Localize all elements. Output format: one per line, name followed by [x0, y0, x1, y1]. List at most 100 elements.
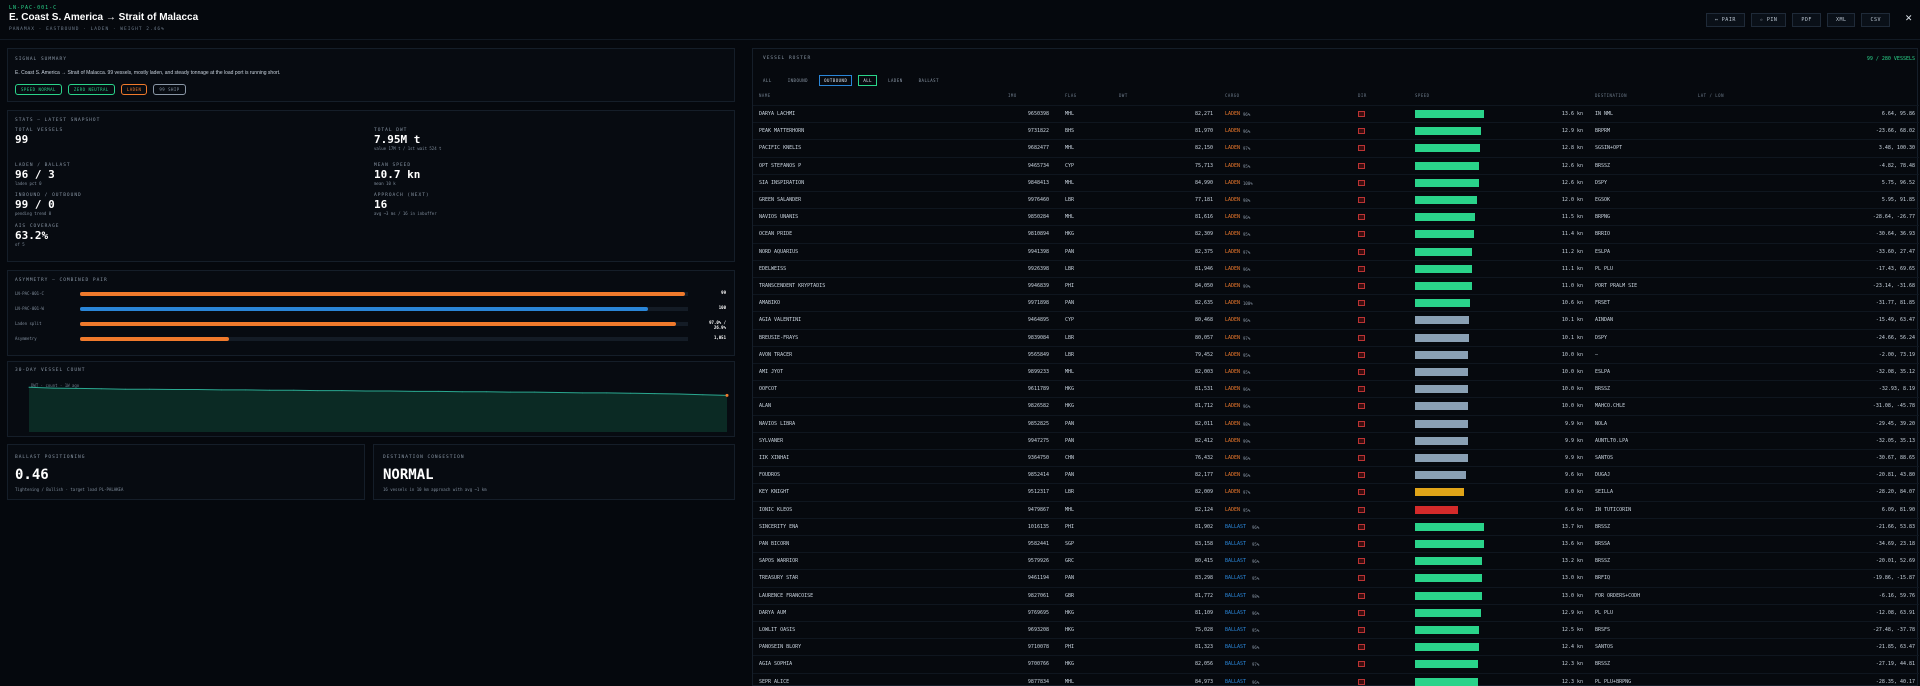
column-header[interactable]: NAME	[759, 93, 771, 98]
table-row[interactable]: FOUDROS 9852414 PAN 82,177 LADEN 96% 9.6 kn DUG…	[753, 466, 1919, 483]
vessel-imo: 9579926	[1027, 558, 1049, 565]
vessel-destination: SEILLA	[1595, 489, 1614, 496]
table-row[interactable]: KEY KNIGHT 9512317 LBR 82,009 LADEN 97% 8.0 kn…	[753, 483, 1919, 500]
vessel-latlon: -6.16, 59.76	[1878, 592, 1915, 599]
cargo-pct: 96%	[1243, 318, 1251, 324]
filter-inbound[interactable]: INBOUND	[783, 75, 813, 86]
vessel-flag: CYP	[1065, 317, 1075, 324]
vessel-name: PEAK MATTERHORN	[759, 128, 805, 135]
asymmetry-track	[80, 337, 688, 341]
vessel-speed: 11.4 kn	[1561, 231, 1583, 238]
stat-value: 10.7 kn	[374, 168, 421, 181]
vessel-dwt: 81,970	[1194, 128, 1213, 135]
vessel-name: EDELWEISS	[759, 265, 787, 272]
column-header[interactable]: DESTINATION	[1595, 93, 1627, 98]
xml-button[interactable]: XML	[1826, 13, 1856, 27]
table-row[interactable]: SAPOS WARRIOR 9579926 GRC 80,415 BALLAST 96% 1…	[753, 552, 1919, 569]
filter-laden[interactable]: LADEN	[883, 75, 908, 86]
table-row[interactable]: AGIA VALENTINI 9464895 CYP 80,468 LADEN 96% 10…	[753, 311, 1919, 328]
direction-badge	[1358, 455, 1365, 461]
column-header[interactable]: IMO	[1008, 93, 1017, 98]
filter-all[interactable]: ALL	[758, 75, 777, 86]
table-row[interactable]: NAVIOS LIBRA 9852825 PAN 82,011 LADEN 98% 9.9 …	[753, 414, 1919, 432]
column-header[interactable]: SPEED	[1415, 93, 1430, 98]
table-row[interactable]: TRANSCENDENT KRYPTADIS 9946839 PHI 84,050 LA…	[753, 277, 1919, 294]
column-header[interactable]: DWT	[1119, 93, 1128, 98]
speed-bar	[1415, 522, 1485, 531]
filter-outbound[interactable]: OUTBOUND	[819, 75, 853, 86]
table-row[interactable]: NORD AQUARIUS 9941398 PAN 82,375 LADEN 97% 11.…	[753, 242, 1919, 260]
vessel-flag: PAN	[1065, 248, 1075, 255]
table-row[interactable]: PAN BICORN 9582441 SGP 83,158 BALLAST 95% 13.6…	[753, 535, 1919, 552]
table-row[interactable]: SIA INSPIRATION 9848413 MHL 84,990 LADEN 100%…	[753, 173, 1919, 191]
vessel-speed: 13.6 kn	[1561, 541, 1583, 547]
speed-bar	[1415, 402, 1469, 411]
table-row[interactable]: AVON TRACER 9565849 LBR 79,452 LADEN 95% 10.0 …	[753, 345, 1919, 363]
vessel-count-chart-card: 30-DAY VESSEL COUNT DWT · count · 1W ago	[7, 361, 735, 437]
table-row[interactable]: TREASURY STAR 9461194 PAN 83,298 BALLAST 95% 1…	[753, 569, 1919, 586]
filter-all[interactable]: ALL	[858, 75, 878, 86]
asymmetry-track	[80, 292, 688, 296]
vessel-speed: 13.2 kn	[1561, 558, 1583, 565]
table-row[interactable]: EDELWEISS 9926398 LBR 81,946 LADEN 96% 11.1 kn…	[753, 259, 1919, 277]
table-row[interactable]: AGIA SOPHIA 9700766 HKG 82,056 BALLAST 97% 12.…	[753, 655, 1919, 672]
vessel-flag: MHL	[1065, 506, 1075, 513]
table-row[interactable]: BREUSIE-FRAYS 9839084 LBR 80,057 LADEN 97% 10.…	[753, 328, 1919, 346]
table-row[interactable]: SEPR ALICE 9877834 MHL 84,973 BALLAST 96% 12.3…	[753, 672, 1919, 686]
vessel-cargo: LADEN	[1225, 300, 1241, 307]
vessel-flag: PAN	[1065, 300, 1075, 307]
table-row[interactable]: ALAN 9826582 HKG 81,712 LADEN 96% 10.0 kn MAHCO…	[753, 397, 1919, 414]
vessel-imo: 9710078	[1027, 644, 1049, 651]
direction-badge	[1358, 661, 1365, 668]
table-row[interactable]: NAVIOS UNANIS 9850284 MHL 81,616 LADEN 96% 11.…	[753, 208, 1919, 225]
vessel-imo: 9512317	[1027, 489, 1049, 496]
table-row[interactable]: SYLVANER 9947275 PAN 82,412 LADEN 99% 9.9 kn AU…	[753, 431, 1919, 449]
table-row[interactable]: AMABIKO 9971898 PAN 82,635 LADEN 100% 10.6 kn F…	[753, 294, 1919, 311]
pin-button[interactable]: ☆ PIN	[1750, 13, 1787, 27]
speed-bar	[1415, 557, 1483, 566]
direction-badge	[1358, 128, 1365, 135]
direction-badge	[1358, 575, 1365, 582]
vessel-speed: 10.0 kn	[1561, 386, 1583, 393]
table-row[interactable]: LOWLIT OASIS 9693208 HKG 75,028 BALLAST 95% 12…	[753, 621, 1919, 638]
table-row[interactable]: IIK XINHAI 9364750 CHN 76,432 LADEN 96% 9.9 kn…	[753, 449, 1919, 466]
table-row[interactable]: OOFCOT 9611789 HKG 81,531 LADEN 96% 10.0 kn BRS…	[753, 380, 1919, 397]
table-row[interactable]: OCEAN PRIDE 9810894 HKG 82,309 LADEN 95% 11.4 …	[753, 225, 1919, 242]
table-row[interactable]: OPT STEFANOS P 9465734 CYP 75,713 LADEN 95% 12…	[753, 156, 1919, 174]
speed-bar	[1415, 591, 1482, 600]
column-header[interactable]: DIR	[1358, 93, 1367, 98]
column-header[interactable]: FLAG	[1065, 93, 1077, 98]
vessel-flag: GBR	[1065, 592, 1075, 599]
vessel-destination: AINDAN	[1595, 317, 1614, 324]
table-row[interactable]: IONIC KLEOS 9479867 MHL 82,124 LADEN 95% 6.6 k…	[753, 500, 1919, 518]
pair-button[interactable]: ⇔ PAIR	[1705, 13, 1745, 27]
csv-button[interactable]: CSV	[1861, 13, 1890, 27]
cargo-pct: 97%	[1252, 662, 1260, 668]
table-row[interactable]: LAURENCE FRANCOISE 9827061 GBR 81,772 BALLAS…	[753, 586, 1919, 604]
table-row[interactable]: SINCERITY ENA 1016135 PHI 81,902 BALLAST 96% 1…	[753, 517, 1919, 535]
filter-ballast[interactable]: BALLAST	[914, 75, 944, 86]
asymmetry-bar	[80, 307, 649, 311]
vessel-flag: SGP	[1065, 541, 1075, 547]
table-row[interactable]: PANOSEIN BLORY 9710078 PHI 81,323 BALLAST 96%…	[753, 638, 1919, 655]
vessel-speed: 12.4 kn	[1561, 644, 1583, 651]
table-row[interactable]: DARYA AUM 9769695 HKG 81,109 BALLAST 96% 12.9 …	[753, 603, 1919, 621]
vessel-imo: 9947275	[1027, 437, 1049, 444]
close-icon[interactable]: ✕	[1905, 11, 1912, 24]
table-row[interactable]: PACIFIC KNELIS 9682477 MHL 82,150 LADEN 97% 12…	[753, 139, 1919, 156]
vessel-latlon: -24.66, 56.24	[1875, 334, 1915, 341]
stat-value: 63.2%	[15, 229, 49, 242]
vessel-dwt: 82,375	[1194, 248, 1213, 255]
vessel-speed: 11.0 kn	[1561, 283, 1583, 289]
chart-point	[293, 389, 295, 391]
table-row[interactable]: DARYA LACHMI 9650398 MHL 82,271 LADEN 96% 13.6…	[753, 105, 1919, 122]
pdf-button[interactable]: PDF	[1792, 13, 1821, 27]
vessel-flag: MHL	[1065, 179, 1075, 186]
table-row[interactable]: GREEN SALANDER 9976460 LBR 77,181 LADEN 98% 12…	[753, 191, 1919, 208]
speed-bar	[1415, 316, 1469, 325]
table-row[interactable]: AMI JYOT 9899233 MHL 82,003 LADEN 95% 10.0 kn E…	[753, 363, 1919, 380]
column-header[interactable]: LAT / LON	[1698, 93, 1724, 98]
vessel-dwt: 82,177	[1194, 472, 1213, 479]
table-row[interactable]: PEAK MATTERHORN 9731822 BHS 81,970 LADEN 96% 1…	[753, 122, 1919, 139]
column-header[interactable]: CARGO	[1225, 93, 1240, 98]
